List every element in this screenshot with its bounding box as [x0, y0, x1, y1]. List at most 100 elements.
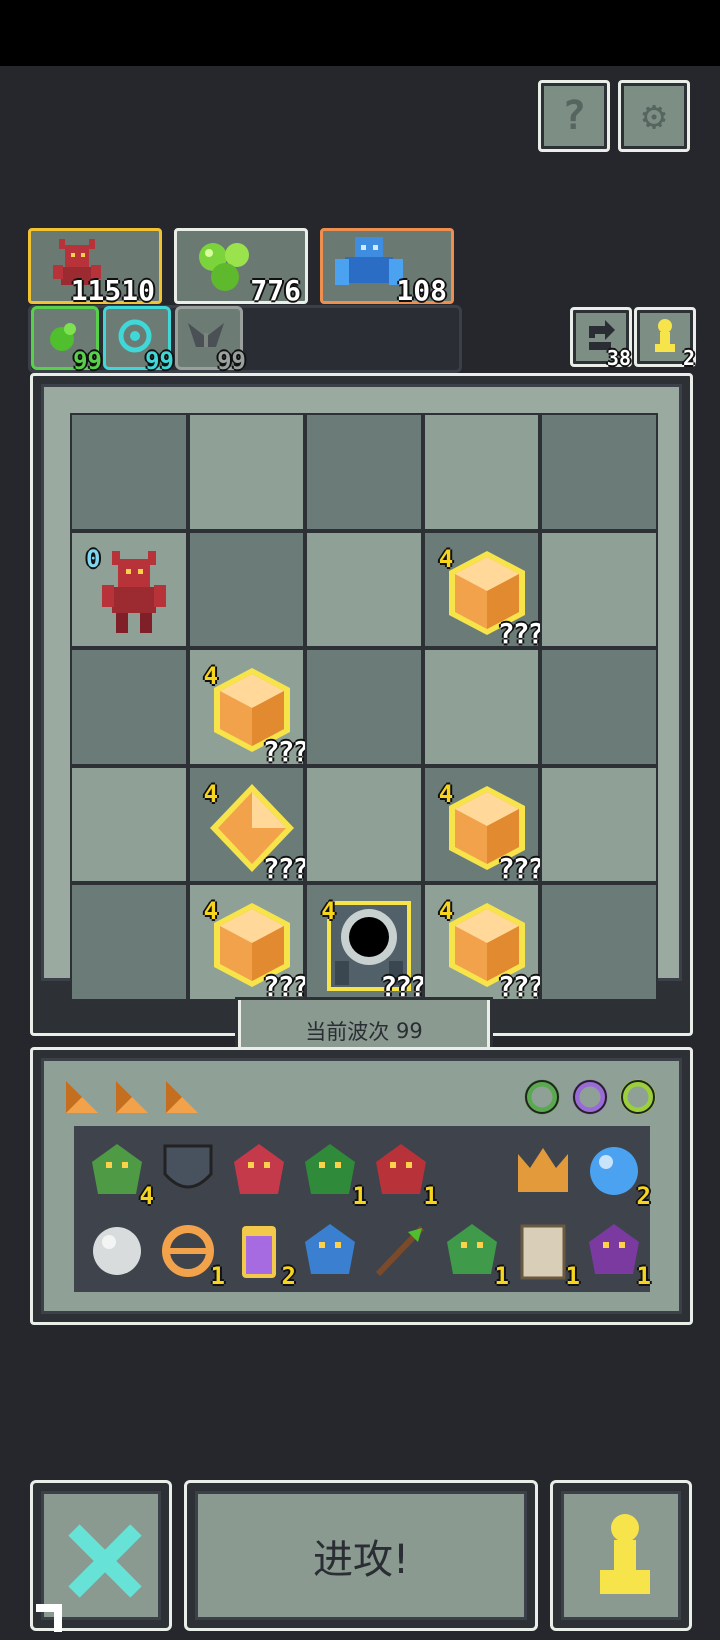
- board-cell[interactable]: 4???: [422, 765, 545, 886]
- inventory-inner: 4 1 1 2 1 2 1 1 1: [41, 1058, 682, 1314]
- bonus-green[interactable]: 99: [31, 306, 102, 375]
- attack-label: 进攻!: [312, 1536, 410, 1583]
- blue-golem-icon: [335, 237, 403, 285]
- bonus-count: 99: [145, 347, 174, 375]
- attack-button[interactable]: 进攻!: [184, 1480, 538, 1631]
- board-cell[interactable]: [70, 883, 188, 1001]
- piece-level: 4: [438, 779, 454, 808]
- board-cell[interactable]: [540, 648, 658, 766]
- inventory-item[interactable]: 1: [368, 1138, 438, 1210]
- blue-flame-icon: [305, 1224, 355, 1274]
- board-cell[interactable]: [540, 765, 658, 884]
- board-cell[interactable]: [422, 413, 541, 531]
- board-cell[interactable]: 0: [70, 530, 188, 649]
- pawn-button[interactable]: [550, 1480, 692, 1631]
- piece-level: 4: [438, 544, 454, 573]
- board-cell[interactable]: [540, 530, 658, 649]
- board-grid: 0 4??? 4??? 4??? 4??? 4??? 4??? 4???: [70, 413, 658, 1003]
- board-cell[interactable]: 4???: [422, 530, 544, 650]
- resource-red-demon[interactable]: 11510: [28, 228, 162, 307]
- piece-level: 4: [203, 779, 219, 808]
- corner-bracket-icon: [36, 1604, 62, 1632]
- board-cell[interactable]: [305, 765, 423, 884]
- bonus-count: 99: [217, 347, 246, 375]
- item-count: 1: [352, 1182, 367, 1210]
- inventory-item[interactable]: [226, 1138, 292, 1204]
- ring-green-icon[interactable]: [522, 1077, 562, 1117]
- game-board: 0 4??? 4??? 4??? 4??? 4??? 4??? 4???: [30, 373, 693, 1036]
- resource-value: 108: [396, 274, 447, 307]
- gear-icon: ⚙: [641, 93, 667, 139]
- pawn-icon: [600, 1514, 650, 1594]
- board-cell[interactable]: [70, 413, 188, 531]
- piece-unknown-label: ???: [262, 852, 310, 886]
- inventory-grid: 4 1 1 2 1 2 1 1 1: [74, 1126, 651, 1292]
- item-count: 2: [636, 1182, 651, 1210]
- inventory-item[interactable]: 1: [297, 1138, 367, 1210]
- cross-icon: [68, 1524, 142, 1598]
- board-cell[interactable]: 4???: [187, 765, 310, 886]
- board-cell[interactable]: [305, 413, 423, 531]
- inventory-item[interactable]: 2: [581, 1138, 651, 1210]
- bonus-bar: 99 99 99: [28, 305, 462, 375]
- item-count: 1: [565, 1262, 580, 1290]
- settings-button[interactable]: ⚙: [618, 80, 690, 152]
- bonus-cyan[interactable]: 99: [103, 306, 174, 375]
- ring-purple-icon[interactable]: [570, 1077, 610, 1117]
- inventory-item[interactable]: 2: [226, 1218, 296, 1290]
- recycle-count: 38: [606, 346, 631, 370]
- inventory-slot-empty[interactable]: [439, 1138, 505, 1204]
- board-inner: 0 4??? 4??? 4??? 4??? 4??? 4??? 4???: [41, 384, 682, 1003]
- pawn-counter[interactable]: 2: [634, 307, 696, 370]
- resource-value: 776: [250, 274, 301, 307]
- inventory-item[interactable]: 1: [510, 1218, 580, 1290]
- inventory-item[interactable]: [297, 1218, 363, 1284]
- recycle-counter[interactable]: 38: [570, 307, 632, 370]
- inventory-item[interactable]: [368, 1218, 434, 1284]
- ring-lime-icon[interactable]: [618, 1077, 658, 1117]
- attack-face: 进攻!: [195, 1491, 527, 1620]
- board-cell[interactable]: [187, 413, 306, 531]
- bonus-grey[interactable]: 99: [175, 306, 246, 375]
- help-button[interactable]: ?: [538, 80, 610, 152]
- piece-unknown-label: ???: [262, 969, 310, 1003]
- inventory-item[interactable]: 1: [581, 1218, 651, 1290]
- inventory-item[interactable]: [510, 1138, 576, 1204]
- resource-green-slime[interactable]: 776: [174, 228, 308, 307]
- shard-icon[interactable]: [62, 1077, 102, 1117]
- wave-label: 当前波次: [305, 1020, 390, 1044]
- inventory-item[interactable]: [155, 1138, 221, 1204]
- crown-claw-icon: [518, 1148, 568, 1192]
- board-cell[interactable]: 4???: [187, 648, 310, 768]
- board-cell[interactable]: [305, 530, 423, 649]
- item-count: 1: [494, 1262, 509, 1290]
- inventory-item[interactable]: 4: [84, 1138, 154, 1210]
- piece-unknown-label: ???: [497, 969, 545, 1003]
- piece-unknown-label: ???: [497, 852, 545, 886]
- board-cell[interactable]: 4???: [422, 883, 545, 1003]
- enemy-level: 0: [86, 544, 101, 573]
- resource-blue-golem[interactable]: 108: [320, 228, 454, 307]
- item-count: 1: [210, 1262, 225, 1290]
- board-cell[interactable]: [540, 883, 658, 1001]
- piece-unknown-label: ???: [262, 734, 310, 768]
- board-cell[interactable]: [70, 765, 188, 884]
- board-cell[interactable]: 4???: [305, 883, 427, 1003]
- board-cell[interactable]: [305, 648, 423, 766]
- board-cell[interactable]: [187, 530, 306, 649]
- inventory-item[interactable]: [84, 1218, 150, 1284]
- board-cell[interactable]: [422, 648, 541, 766]
- bonus-count: 99: [73, 347, 102, 375]
- piece-unknown-label: ???: [380, 969, 427, 1003]
- shard-icon[interactable]: [112, 1077, 152, 1117]
- board-cell[interactable]: 4???: [187, 883, 310, 1003]
- inventory-item[interactable]: 1: [439, 1218, 509, 1290]
- wave-value: 99: [395, 1019, 423, 1043]
- board-cell[interactable]: [540, 413, 658, 531]
- board-cell[interactable]: [70, 648, 188, 766]
- shard-icon[interactable]: [162, 1077, 202, 1117]
- question-icon: ?: [561, 93, 587, 139]
- inventory-item[interactable]: 1: [155, 1218, 225, 1290]
- stone-egg-icon: [93, 1227, 141, 1275]
- pawn-icon: [655, 319, 675, 352]
